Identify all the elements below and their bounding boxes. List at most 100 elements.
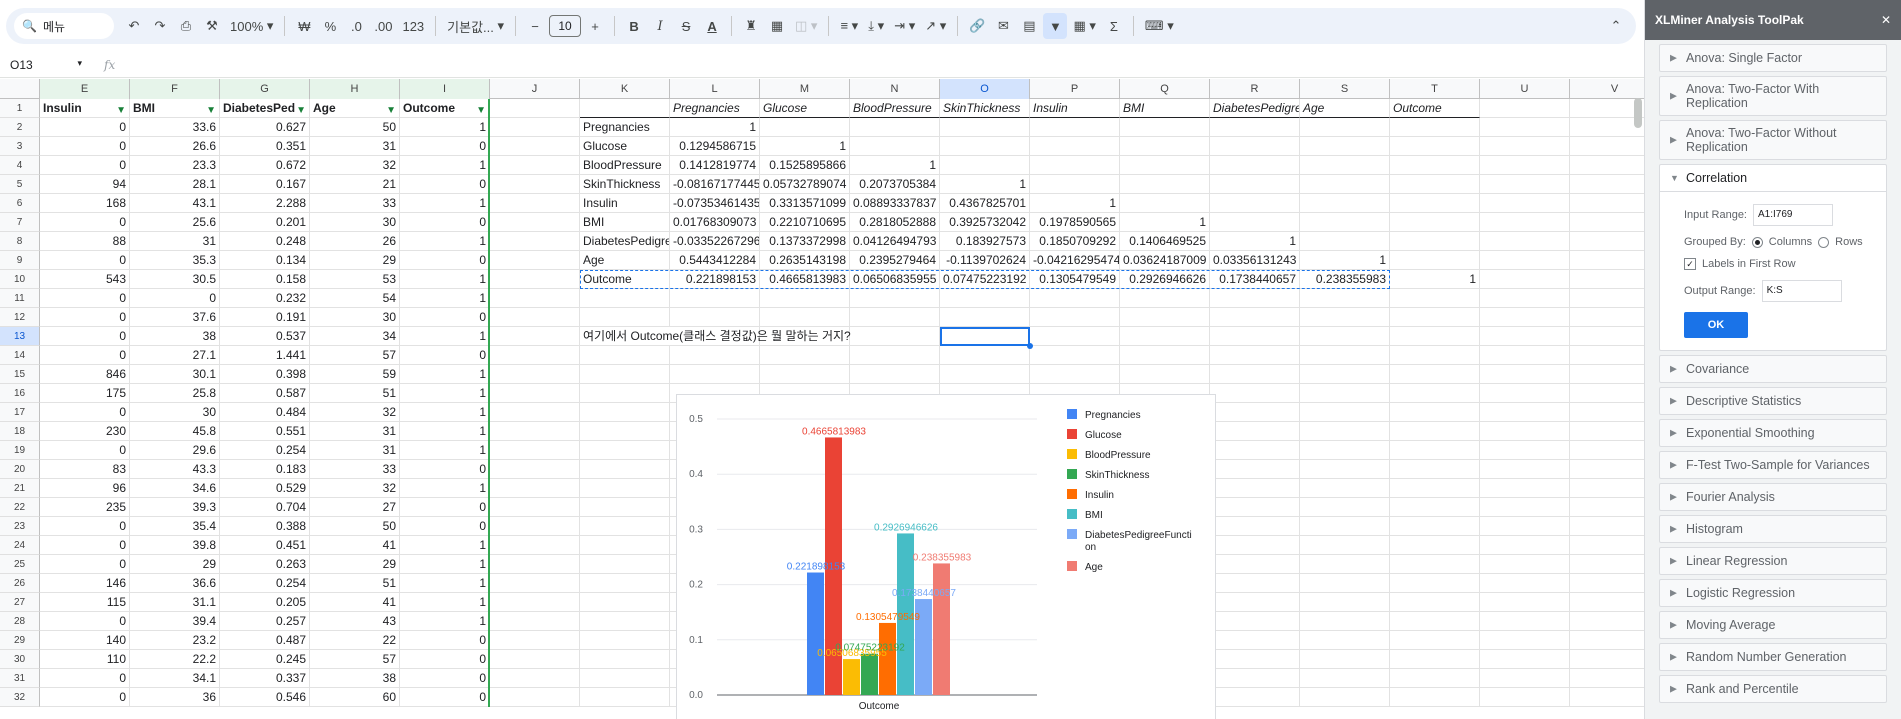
- cell[interactable]: [490, 479, 580, 498]
- row-header[interactable]: 23: [0, 517, 40, 536]
- cell[interactable]: [580, 365, 670, 384]
- cell[interactable]: [1210, 118, 1300, 137]
- cell[interactable]: [1480, 270, 1570, 289]
- cell[interactable]: [580, 422, 670, 441]
- cell[interactable]: [1030, 289, 1120, 308]
- row-header[interactable]: 31: [0, 669, 40, 688]
- cell[interactable]: [490, 422, 580, 441]
- column-header[interactable]: S: [1300, 79, 1390, 99]
- cell[interactable]: [1480, 308, 1570, 327]
- cell[interactable]: SkinThickness: [580, 175, 670, 194]
- cell[interactable]: 1: [400, 441, 490, 460]
- cell[interactable]: [1570, 118, 1644, 137]
- functions-icon[interactable]: Σ: [1102, 13, 1126, 39]
- chart-icon[interactable]: ▤: [1017, 13, 1041, 39]
- cell[interactable]: [1390, 384, 1480, 403]
- cell[interactable]: [1570, 555, 1644, 574]
- cell[interactable]: [940, 289, 1030, 308]
- zoom-select[interactable]: 100% ▾: [226, 13, 277, 39]
- cell[interactable]: [1480, 384, 1570, 403]
- cell[interactable]: [1210, 137, 1300, 156]
- cell[interactable]: [1480, 555, 1570, 574]
- tool-item[interactable]: ▶ Moving Average: [1659, 611, 1887, 639]
- cell[interactable]: [940, 365, 1030, 384]
- cell[interactable]: [1570, 232, 1644, 251]
- cell[interactable]: [940, 156, 1030, 175]
- cell[interactable]: 0: [400, 251, 490, 270]
- column-header[interactable]: M: [760, 79, 850, 99]
- cell[interactable]: [580, 479, 670, 498]
- cell[interactable]: 0: [400, 669, 490, 688]
- cell[interactable]: 27.1: [130, 346, 220, 365]
- cell[interactable]: 140: [40, 631, 130, 650]
- cell[interactable]: [1210, 574, 1300, 593]
- cell[interactable]: [1480, 479, 1570, 498]
- cell[interactable]: 28.1: [130, 175, 220, 194]
- decrease-decimal-button[interactable]: .0: [344, 13, 368, 39]
- cell[interactable]: [1030, 365, 1120, 384]
- print-icon[interactable]: ⎙: [174, 13, 198, 39]
- cell[interactable]: 0.487: [220, 631, 310, 650]
- cell[interactable]: 1: [400, 232, 490, 251]
- cell[interactable]: [1210, 308, 1300, 327]
- cell[interactable]: [1570, 631, 1644, 650]
- cell[interactable]: [490, 460, 580, 479]
- close-icon[interactable]: ✕: [1881, 13, 1891, 27]
- fill-color-icon[interactable]: ♜: [739, 13, 763, 39]
- input-range-field[interactable]: A1:I769: [1753, 204, 1833, 226]
- cell[interactable]: [1120, 327, 1210, 346]
- cell[interactable]: -0.07353461435: [670, 194, 760, 213]
- cell[interactable]: [1210, 346, 1300, 365]
- cell[interactable]: [1120, 137, 1210, 156]
- cell[interactable]: [1390, 631, 1480, 650]
- cell[interactable]: 0.254: [220, 574, 310, 593]
- cell[interactable]: [1300, 669, 1390, 688]
- cell[interactable]: 31: [310, 422, 400, 441]
- column-header[interactable]: I: [400, 79, 490, 99]
- cell[interactable]: 0.337: [220, 669, 310, 688]
- cell[interactable]: [1300, 384, 1390, 403]
- cell[interactable]: [1300, 517, 1390, 536]
- cell[interactable]: [490, 536, 580, 555]
- cell[interactable]: [580, 460, 670, 479]
- row-header[interactable]: 12: [0, 308, 40, 327]
- cell[interactable]: [1480, 327, 1570, 346]
- cell[interactable]: [1570, 365, 1644, 384]
- cell[interactable]: [670, 346, 760, 365]
- cell[interactable]: 0: [400, 688, 490, 707]
- cell[interactable]: [1210, 327, 1300, 346]
- filter-dropdown-icon[interactable]: ▼: [296, 102, 306, 117]
- cell[interactable]: 0.451: [220, 536, 310, 555]
- cell[interactable]: [490, 289, 580, 308]
- cell[interactable]: 32: [310, 156, 400, 175]
- cell[interactable]: [1300, 308, 1390, 327]
- row-header[interactable]: 21: [0, 479, 40, 498]
- cell[interactable]: 0.221898153: [670, 270, 760, 289]
- filter-dropdown-icon[interactable]: ▼: [116, 102, 126, 117]
- column-header[interactable]: H: [310, 79, 400, 99]
- cell[interactable]: [1570, 384, 1644, 403]
- cell[interactable]: 0: [400, 175, 490, 194]
- row-header[interactable]: 22: [0, 498, 40, 517]
- cell[interactable]: [1300, 650, 1390, 669]
- cell[interactable]: 34: [310, 327, 400, 346]
- cell[interactable]: [1570, 612, 1644, 631]
- cell[interactable]: 0: [400, 213, 490, 232]
- cell[interactable]: 57: [310, 346, 400, 365]
- cell[interactable]: 88: [40, 232, 130, 251]
- tool-item[interactable]: ▶ Descriptive Statistics: [1659, 387, 1887, 415]
- cell[interactable]: [1390, 346, 1480, 365]
- cell[interactable]: Age: [580, 251, 670, 270]
- row-header[interactable]: 24: [0, 536, 40, 555]
- cell[interactable]: 31: [130, 232, 220, 251]
- column-header[interactable]: Q: [1120, 79, 1210, 99]
- tool-item[interactable]: ▶ Anova: Single Factor: [1659, 44, 1887, 72]
- cell[interactable]: [1570, 99, 1644, 118]
- cell[interactable]: [850, 346, 940, 365]
- cell[interactable]: [1480, 612, 1570, 631]
- cell[interactable]: -0.08167177445: [670, 175, 760, 194]
- cell[interactable]: [1390, 327, 1480, 346]
- percent-format-button[interactable]: %: [318, 13, 342, 39]
- tool-item[interactable]: ▶ Linear Regression: [1659, 547, 1887, 575]
- cell[interactable]: 2.288: [220, 194, 310, 213]
